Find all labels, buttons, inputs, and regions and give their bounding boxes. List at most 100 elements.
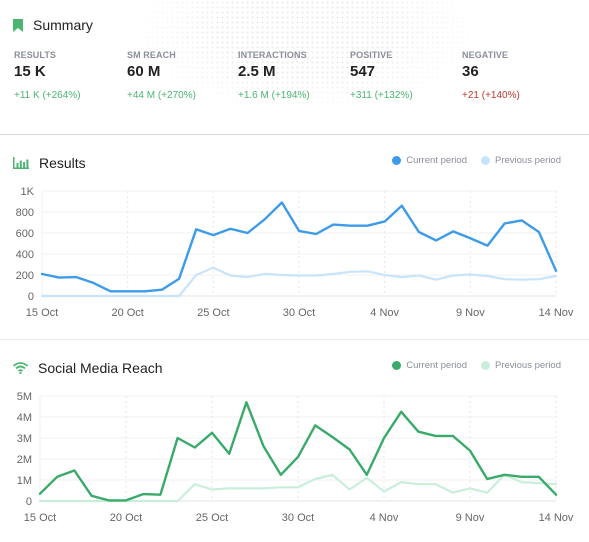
data-point-current-29[interactable] — [534, 472, 544, 482]
data-point-previous-27[interactable] — [500, 274, 510, 284]
data-point-previous-15[interactable] — [293, 482, 303, 492]
data-point-previous-23[interactable] — [431, 275, 441, 285]
data-point-current-17[interactable] — [327, 432, 337, 442]
data-point-current-8[interactable] — [174, 274, 184, 284]
data-point-previous-21[interactable] — [397, 272, 407, 282]
legend-previous-period[interactable]: Previous period — [480, 360, 561, 371]
data-point-previous-16[interactable] — [310, 474, 320, 484]
data-point-current-18[interactable] — [345, 445, 355, 455]
data-point-current-28[interactable] — [517, 215, 527, 225]
data-point-previous-14[interactable] — [277, 270, 287, 280]
legend-current-period[interactable]: Current period — [392, 155, 467, 166]
data-point-current-2[interactable] — [69, 466, 79, 476]
data-point-previous-22[interactable] — [413, 479, 423, 489]
data-point-previous-2[interactable] — [69, 496, 79, 506]
data-point-current-15[interactable] — [294, 226, 304, 236]
data-point-previous-10[interactable] — [208, 263, 218, 273]
data-point-current-16[interactable] — [310, 420, 320, 430]
data-point-previous-24[interactable] — [448, 488, 458, 498]
data-point-current-26[interactable] — [482, 241, 492, 251]
data-point-current-4[interactable] — [106, 286, 116, 296]
data-point-current-0[interactable] — [37, 269, 47, 279]
data-point-previous-25[interactable] — [465, 483, 475, 493]
data-point-current-5[interactable] — [121, 495, 131, 505]
data-point-current-0[interactable] — [35, 489, 45, 499]
data-point-previous-17[interactable] — [327, 470, 337, 480]
legend-current-period[interactable]: Current period — [392, 360, 467, 371]
data-point-current-6[interactable] — [138, 489, 148, 499]
data-point-current-22[interactable] — [413, 427, 423, 437]
data-point-current-18[interactable] — [345, 221, 355, 231]
data-point-current-13[interactable] — [260, 214, 270, 224]
data-point-current-26[interactable] — [482, 474, 492, 484]
data-point-previous-20[interactable] — [379, 487, 389, 497]
data-point-current-24[interactable] — [448, 431, 458, 441]
data-point-current-16[interactable] — [311, 229, 321, 239]
data-point-current-30[interactable] — [551, 490, 561, 500]
data-point-previous-14[interactable] — [276, 482, 286, 492]
data-point-previous-12[interactable] — [243, 272, 253, 282]
data-point-current-20[interactable] — [380, 216, 390, 226]
data-point-previous-11[interactable] — [224, 483, 234, 493]
data-point-previous-8[interactable] — [173, 496, 183, 506]
data-point-current-10[interactable] — [208, 230, 218, 240]
data-point-previous-25[interactable] — [465, 269, 475, 279]
data-point-current-5[interactable] — [123, 286, 133, 296]
data-point-previous-30[interactable] — [551, 479, 561, 489]
data-point-previous-26[interactable] — [482, 271, 492, 281]
data-point-previous-29[interactable] — [534, 274, 544, 284]
data-point-previous-15[interactable] — [294, 271, 304, 281]
data-point-current-25[interactable] — [465, 233, 475, 243]
data-point-current-17[interactable] — [328, 220, 338, 230]
data-point-current-1[interactable] — [52, 472, 62, 482]
data-point-current-21[interactable] — [397, 201, 407, 211]
data-point-previous-28[interactable] — [517, 275, 527, 285]
data-point-previous-26[interactable] — [482, 488, 492, 498]
data-point-previous-8[interactable] — [174, 291, 184, 301]
data-point-current-9[interactable] — [191, 224, 201, 234]
data-point-current-12[interactable] — [243, 228, 253, 238]
data-point-previous-13[interactable] — [259, 483, 269, 493]
data-point-current-24[interactable] — [448, 226, 458, 236]
data-point-current-11[interactable] — [225, 224, 235, 234]
data-point-previous-12[interactable] — [241, 483, 251, 493]
data-point-current-15[interactable] — [293, 452, 303, 462]
data-point-current-20[interactable] — [379, 433, 389, 443]
data-point-current-12[interactable] — [241, 397, 251, 407]
data-point-current-19[interactable] — [363, 221, 373, 231]
data-point-previous-22[interactable] — [414, 271, 424, 281]
data-point-previous-2[interactable] — [71, 291, 81, 301]
data-point-current-1[interactable] — [54, 273, 64, 283]
data-point-current-10[interactable] — [207, 428, 217, 438]
data-point-previous-10[interactable] — [207, 484, 217, 494]
data-point-previous-0[interactable] — [37, 291, 47, 301]
data-point-previous-1[interactable] — [52, 496, 62, 506]
data-point-current-11[interactable] — [224, 449, 234, 459]
data-point-current-25[interactable] — [465, 446, 475, 456]
data-point-current-8[interactable] — [173, 433, 183, 443]
data-point-current-7[interactable] — [155, 490, 165, 500]
data-point-current-13[interactable] — [259, 441, 269, 451]
data-point-current-9[interactable] — [190, 442, 200, 452]
data-point-previous-3[interactable] — [88, 291, 98, 301]
data-point-current-19[interactable] — [362, 470, 372, 480]
data-point-previous-16[interactable] — [311, 271, 321, 281]
data-point-previous-24[interactable] — [448, 271, 458, 281]
data-point-previous-9[interactable] — [190, 479, 200, 489]
data-point-previous-21[interactable] — [396, 477, 406, 487]
data-point-current-27[interactable] — [500, 219, 510, 229]
legend-previous-period[interactable]: Previous period — [480, 155, 561, 166]
data-point-current-3[interactable] — [87, 491, 97, 501]
data-point-current-30[interactable] — [551, 266, 561, 276]
data-point-current-23[interactable] — [431, 235, 441, 245]
data-point-current-14[interactable] — [277, 198, 287, 208]
data-point-previous-13[interactable] — [260, 269, 270, 279]
data-point-previous-18[interactable] — [345, 484, 355, 494]
data-point-current-28[interactable] — [517, 472, 527, 482]
data-point-previous-9[interactable] — [191, 270, 201, 280]
data-point-current-27[interactable] — [499, 470, 509, 480]
data-point-previous-1[interactable] — [54, 291, 64, 301]
data-point-current-2[interactable] — [71, 272, 81, 282]
data-point-previous-11[interactable] — [225, 271, 235, 281]
data-point-previous-23[interactable] — [431, 479, 441, 489]
